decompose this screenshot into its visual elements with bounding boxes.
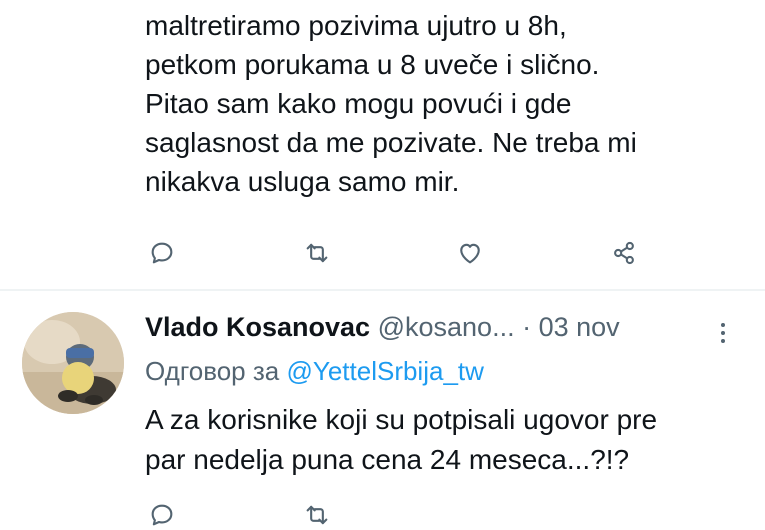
separator-dot: · [522, 312, 532, 342]
reply-header: Vlado Kosanovac @kosano... · 03 nov [145, 312, 755, 348]
replying-to: Одговор за @YettelSrbija_tw [145, 356, 484, 387]
reply-button[interactable] [145, 238, 179, 268]
tweet-line: par nedelja puna cena 24 meseca...?!? [145, 444, 630, 475]
like-icon [460, 243, 480, 264]
retweet-icon [306, 505, 328, 525]
tweet-line: saglasnost da me pozivate. Ne treba mi [145, 127, 637, 158]
tweet-line: maltretiramo pozivima ujutro u 8h, [145, 10, 567, 41]
tweet-date[interactable]: 03 nov [539, 312, 620, 342]
author-handle[interactable]: @kosano... [378, 312, 515, 342]
author-name[interactable]: Vlado Kosanovac [145, 312, 370, 342]
tweet-actions [145, 238, 665, 268]
tweet-line: A za korisnike koji su potpisali ugovor … [145, 404, 658, 435]
replying-to-label: Одговор за [145, 356, 280, 386]
tweet-line: nikakva usluga samo mir. [145, 166, 460, 197]
reply-tweet-actions [145, 500, 665, 530]
share-button[interactable] [607, 238, 641, 268]
reply-button[interactable] [145, 500, 179, 530]
reply-icon [151, 504, 173, 526]
tweet-line: Pitao sam kako mogu povući i gde [145, 88, 572, 119]
tweet-text: maltretiramo pozivima ujutro u 8h, petko… [145, 6, 745, 201]
retweet-button[interactable] [300, 238, 334, 268]
avatar-image [22, 312, 124, 414]
tweet-divider [0, 289, 765, 291]
more-icon [721, 323, 725, 343]
retweet-icon [306, 243, 328, 263]
tweet-line: petkom porukama u 8 uveče i slično. [145, 49, 600, 80]
mention-link[interactable]: @YettelSrbija_tw [286, 356, 483, 386]
avatar[interactable] [22, 312, 124, 414]
tweet-top: maltretiramo pozivima ujutro u 8h, petko… [0, 0, 765, 290]
retweet-button[interactable] [300, 500, 334, 530]
reply-icon [151, 242, 173, 264]
share-icon [614, 241, 634, 265]
more-button[interactable] [708, 318, 738, 348]
like-button[interactable] [453, 238, 487, 268]
reply-tweet-text: A za korisnike koji su potpisali ugovor … [145, 400, 755, 480]
